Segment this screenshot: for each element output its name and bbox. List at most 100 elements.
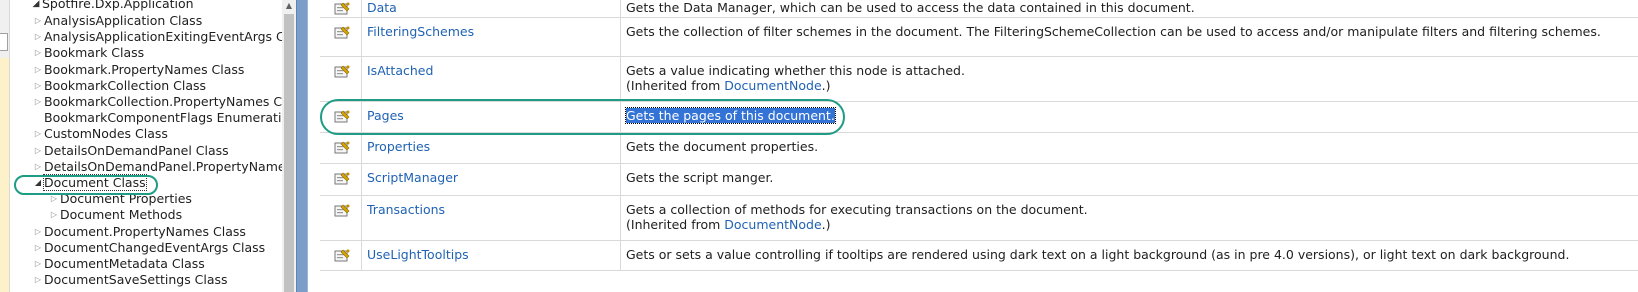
property-icon — [334, 172, 350, 186]
icon-cell — [320, 240, 362, 270]
expand-arrow-icon[interactable]: ▷ — [32, 159, 44, 175]
tree-item[interactable]: ▷ AnalysisApplication Class — [32, 13, 202, 29]
inherited-prefix: (Inherited from — [626, 78, 725, 93]
icon-cell — [320, 17, 362, 56]
inherited-suffix: .) — [821, 78, 831, 93]
name-cell: ScriptManager — [361, 163, 621, 195]
property-icon — [334, 141, 350, 155]
member-description: Gets or sets a value controlling if tool… — [626, 247, 1569, 262]
member-description: Gets the collection of filter schemes in… — [626, 24, 1601, 39]
table-row: ScriptManager Gets the script manger. — [320, 163, 1638, 196]
tree-item-label: DetailsOnDemandPanel Class — [44, 142, 229, 158]
member-description: Gets the document properties. — [626, 139, 818, 154]
tree-item-label: AnalysisApplication Class — [44, 13, 203, 28]
icon-cell — [320, 163, 362, 195]
expand-arrow-icon[interactable]: ▷ — [32, 224, 44, 240]
description-text: Gets or sets a value controlling if tool… — [626, 247, 1570, 262]
pane-splitter[interactable] — [296, 0, 308, 292]
tree-item[interactable]: ▷ DocumentMetadata Class — [32, 256, 205, 272]
name-cell: IsAttached — [361, 56, 621, 101]
icon-cell — [320, 56, 362, 101]
member-link-transactions[interactable]: Transactions — [367, 202, 445, 217]
description-cell: Gets a collection of methods for executi… — [620, 195, 1638, 240]
description-cell: Gets or sets a value controlling if tool… — [620, 240, 1638, 270]
members-table: Data Gets the Data Manager, which can be … — [308, 0, 1638, 292]
member-link-filteringschemes[interactable]: FilteringSchemes — [367, 24, 474, 39]
icon-cell — [320, 132, 362, 163]
inherited-link-documentnode[interactable]: DocumentNode — [724, 217, 821, 232]
expand-arrow-icon[interactable]: ▷ — [32, 78, 44, 94]
description-cell: Gets the script manger. — [620, 163, 1638, 195]
description-text: Gets the collection of filter schemes in… — [626, 24, 1601, 39]
member-description: Gets a value indicating whether this nod… — [626, 63, 965, 93]
member-description: Gets the Data Manager, which can be used… — [626, 0, 1195, 15]
description-text: Gets the script manger. — [626, 170, 774, 185]
tree-item[interactable]: BookmarkComponentFlags Enumeration — [32, 110, 282, 126]
expand-arrow-icon[interactable]: ▷ — [32, 126, 44, 142]
collapse-arrow-icon[interactable]: ◢ — [30, 0, 42, 12]
table-row: Transactions Gets a collection of methods… — [320, 195, 1638, 241]
inherited-note: (Inherited from DocumentNode.) — [626, 217, 1088, 232]
member-description: Gets a collection of methods for executi… — [626, 202, 1088, 232]
expand-arrow-icon[interactable]: ▷ — [32, 143, 44, 159]
inherited-suffix: .) — [821, 217, 831, 232]
description-cell: Gets the document properties. — [620, 132, 1638, 163]
property-icon — [334, 249, 350, 263]
contents-tree: ◢ Spotfire.Dxp.Application ▷ AnalysisApplic… — [10, 0, 282, 292]
tree-item[interactable]: ▷ Document.PropertyNames Class — [32, 224, 246, 240]
tree-item-label: CustomNodes Class — [44, 126, 168, 142]
annotation-circle-pages-row — [320, 99, 845, 135]
tree-item-label: DocumentSaveSettings Class — [44, 272, 228, 288]
expand-arrow-icon[interactable]: ▷ — [32, 45, 44, 61]
tree-scrollbar[interactable]: ▲ — [282, 0, 296, 292]
expand-arrow-icon[interactable]: ▷ — [48, 207, 60, 223]
tree-item-label: BookmarkCollection Class — [44, 77, 207, 93]
tree-item[interactable]: ▷ BookmarkCollection.PropertyNames Clas — [32, 94, 282, 110]
member-link-data[interactable]: Data — [367, 0, 397, 15]
annotation-circle-document-class — [14, 175, 158, 195]
table-row: UseLightTooltips Gets or sets a value con… — [320, 240, 1638, 271]
tree-item-label: Document.PropertyNames Class — [44, 223, 246, 239]
tree-item[interactable]: ▷ DocumentSaveSettings Class — [32, 272, 228, 288]
member-link-scriptmanager[interactable]: ScriptManager — [367, 170, 458, 185]
member-link-isattached[interactable]: IsAttached — [367, 63, 433, 78]
tree-item[interactable]: ▷ DetailsOnDemandPanel.PropertyNames C — [32, 159, 282, 175]
tree-item-label: DocumentChangedEventArgs Class — [44, 239, 266, 255]
description-text: Gets the document properties. — [626, 139, 819, 154]
tree-item[interactable]: ▷ DetailsOnDemandPanel Class — [32, 143, 229, 159]
tree-item[interactable]: ▷ AnalysisApplicationExitingEventArgs Cla… — [32, 29, 282, 45]
description-cell: Gets the Data Manager, which can be used… — [620, 0, 1638, 17]
edge-input-box[interactable] — [0, 33, 8, 51]
property-icon — [334, 65, 350, 79]
tree-item[interactable]: ▷ BookmarkCollection Class — [32, 78, 206, 94]
expand-arrow-icon[interactable]: ▷ — [32, 272, 44, 288]
member-link-properties[interactable]: Properties — [367, 139, 430, 154]
left-edge-panel — [0, 0, 10, 292]
scroll-thumb[interactable] — [284, 14, 294, 292]
description-cell: Gets a value indicating whether this nod… — [620, 56, 1638, 101]
expand-arrow-icon[interactable]: ▷ — [32, 62, 44, 78]
member-link-uselighttooltips[interactable]: UseLightTooltips — [367, 247, 469, 262]
tree-item[interactable]: ▷ Bookmark.PropertyNames Class — [32, 62, 245, 78]
expand-arrow-icon[interactable]: ▷ — [32, 29, 44, 45]
tree-root-item[interactable]: ◢ Spotfire.Dxp.Application — [30, 0, 194, 12]
scroll-up-arrow-icon[interactable]: ▲ — [282, 0, 296, 12]
expand-arrow-icon[interactable]: ▷ — [32, 256, 44, 272]
tree-item[interactable]: ▷ DocumentChangedEventArgs Class — [32, 240, 265, 256]
tree-item[interactable]: ▷ Bookmark Class — [32, 45, 144, 61]
table-row: Properties Gets the document properties. — [320, 132, 1638, 164]
inherited-note: (Inherited from DocumentNode.) — [626, 78, 965, 93]
member-description: Gets the script manger. — [626, 170, 773, 185]
property-icon — [334, 26, 350, 40]
table-row: FilteringSchemes Gets the collection of f… — [320, 17, 1638, 57]
icon-cell — [320, 195, 362, 240]
expand-arrow-icon[interactable]: ▷ — [32, 13, 44, 29]
tree-item[interactable]: ▷ CustomNodes Class — [32, 126, 168, 142]
tree-item-label: DocumentMetadata Class — [44, 256, 205, 271]
expand-arrow-icon[interactable]: ▷ — [32, 94, 44, 110]
expand-arrow-icon[interactable]: ▷ — [32, 240, 44, 256]
table-row: IsAttached Gets a value indicating whethe… — [320, 56, 1638, 102]
description-text: Gets the Data Manager, which can be used… — [626, 0, 1195, 15]
tree-item[interactable]: ▷ Document Methods — [48, 207, 182, 223]
inherited-link-documentnode[interactable]: DocumentNode — [724, 78, 821, 93]
